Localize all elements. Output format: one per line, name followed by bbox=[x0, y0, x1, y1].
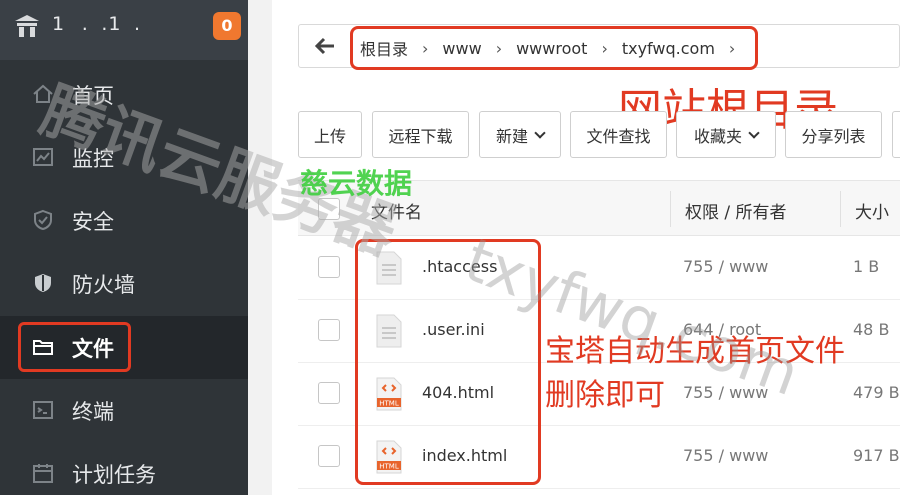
back-arrow-icon[interactable] bbox=[312, 33, 338, 59]
chevron-down-icon bbox=[748, 126, 760, 139]
file-size: 1 B bbox=[853, 257, 880, 276]
favorites-button[interactable]: 收藏夹 bbox=[676, 111, 776, 158]
file-size: 479 B bbox=[853, 383, 900, 402]
new-button[interactable]: 新建 bbox=[479, 111, 561, 158]
watermark-brand: 慈云数据 bbox=[300, 167, 413, 200]
firewall-icon bbox=[35, 274, 51, 292]
row-checkbox[interactable] bbox=[318, 382, 340, 404]
row-checkbox[interactable] bbox=[318, 445, 340, 467]
sidebar-item-label: 安全 bbox=[72, 210, 114, 234]
breadcrumb-highlight bbox=[350, 26, 758, 70]
sidebar-item-cron[interactable]: 计划任务 bbox=[0, 442, 248, 495]
column-permission[interactable]: 权限 / 所有者 bbox=[685, 198, 787, 223]
more-button[interactable] bbox=[892, 111, 900, 158]
sidebar-header: 1 . .1 . 0 bbox=[0, 0, 248, 60]
sidebar: 1 . .1 . 0 首页 监控 安全 防火墙 文件 终端 计划任务 bbox=[0, 0, 248, 495]
chevron-down-icon bbox=[534, 126, 546, 139]
share-list-button[interactable]: 分享列表 bbox=[785, 111, 882, 158]
sidebar-item-label: 防火墙 bbox=[72, 273, 135, 297]
file-permission: 755 / www bbox=[683, 257, 769, 276]
favorites-label: 收藏夹 bbox=[693, 126, 742, 146]
column-divider bbox=[670, 191, 671, 227]
notification-badge[interactable]: 0 bbox=[213, 12, 241, 40]
column-size[interactable]: 大小 bbox=[855, 198, 889, 223]
server-ip: 1 . .1 . bbox=[52, 13, 150, 35]
upload-button-label: 上传 bbox=[313, 126, 346, 146]
sidebar-item-firewall[interactable]: 防火墙 bbox=[0, 252, 248, 315]
column-divider bbox=[840, 191, 841, 227]
files-nav-highlight bbox=[18, 322, 131, 372]
row-checkbox[interactable] bbox=[318, 256, 340, 278]
file-search-label: 文件查找 bbox=[586, 126, 651, 146]
row-checkbox[interactable] bbox=[318, 319, 340, 341]
file-size: 48 B bbox=[853, 320, 890, 339]
sidebar-item-terminal[interactable]: 终端 bbox=[0, 379, 248, 442]
file-search-button[interactable]: 文件查找 bbox=[570, 111, 667, 158]
sidebar-item-label: 计划任务 bbox=[72, 463, 156, 487]
sidebar-item-label: 终端 bbox=[72, 400, 114, 424]
share-list-label: 分享列表 bbox=[801, 126, 866, 146]
remote-download-button[interactable]: 远程下载 bbox=[372, 111, 469, 158]
remote-download-label: 远程下载 bbox=[388, 126, 453, 146]
file-size: 917 B bbox=[853, 446, 900, 465]
bt-logo-icon bbox=[15, 15, 39, 37]
file-permission: 755 / www bbox=[683, 446, 769, 465]
annotation-delete-ok: 删除即可 bbox=[545, 378, 665, 413]
new-button-label: 新建 bbox=[495, 126, 528, 146]
calendar-icon bbox=[33, 464, 53, 483]
shield-icon bbox=[34, 209, 52, 231]
terminal-icon bbox=[33, 401, 53, 419]
